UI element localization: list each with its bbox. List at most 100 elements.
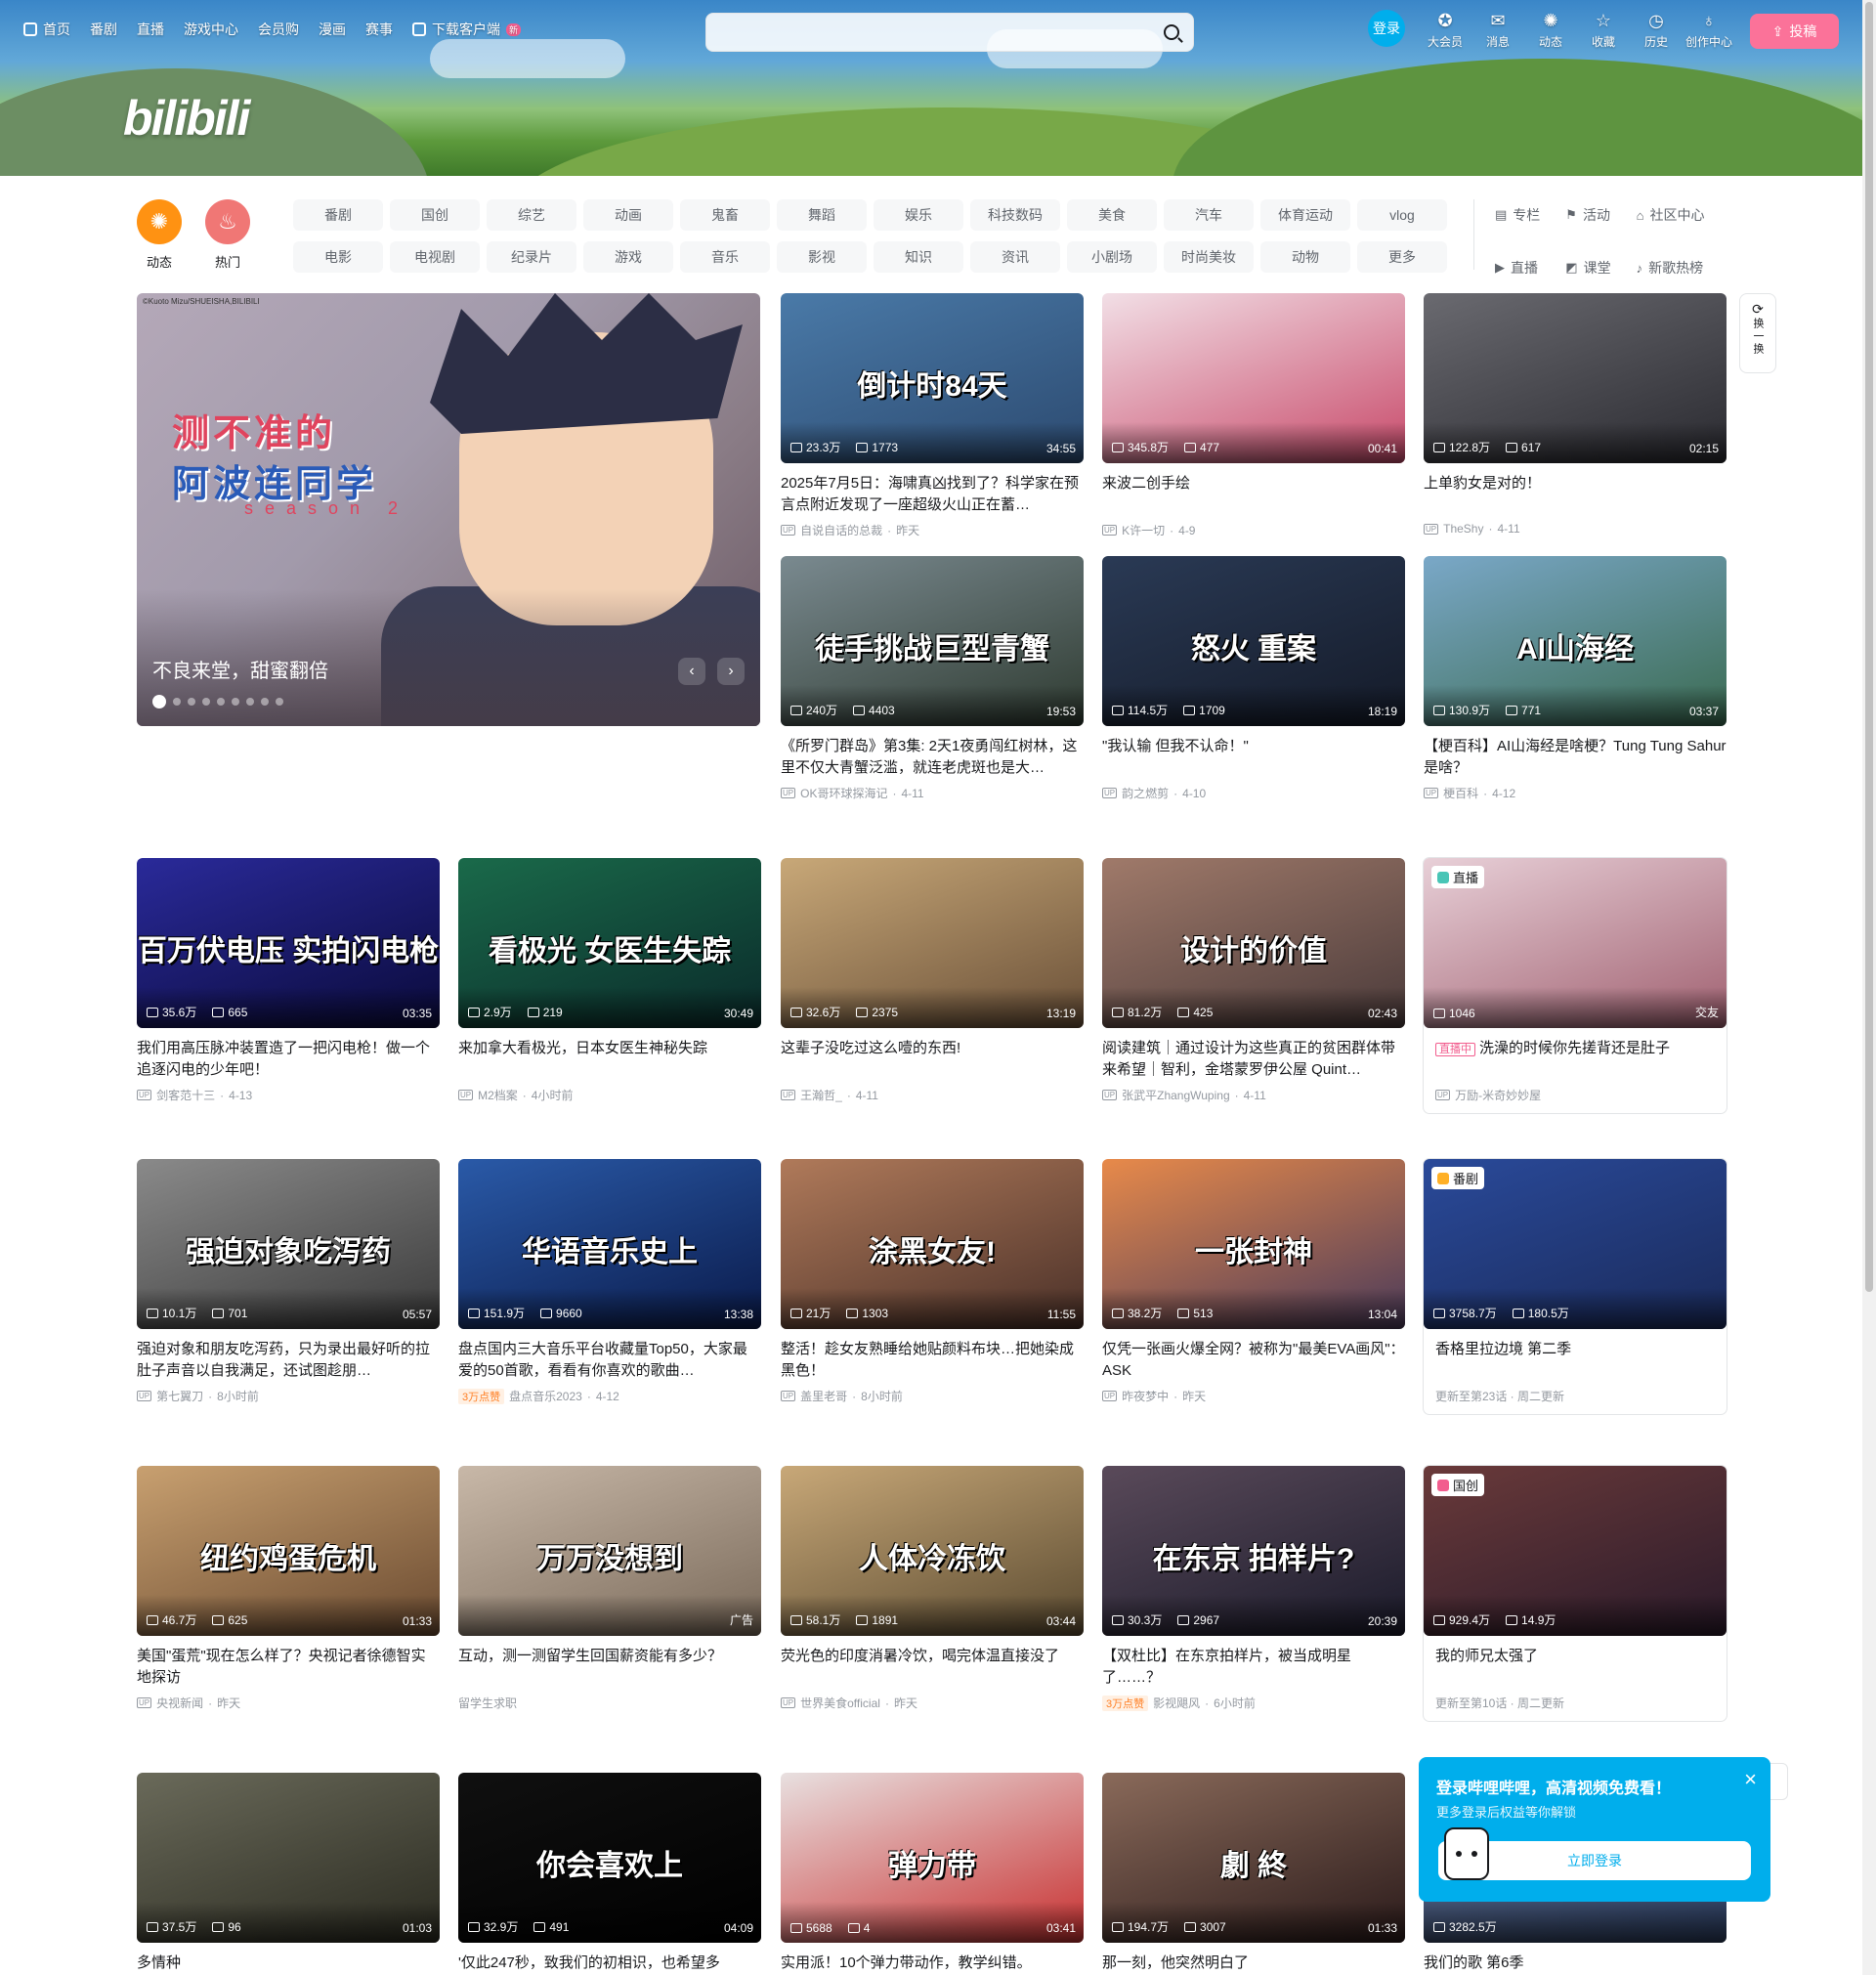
video-thumbnail[interactable]: 番剧 3758.7万 180.5万 <box>1424 1159 1727 1329</box>
video-thumbnail[interactable]: 怒火 重案 114.5万 1709 18:19 <box>1102 556 1405 726</box>
topnav-item[interactable]: 直播 <box>137 20 164 39</box>
video-thumbnail[interactable]: 直播 1046 交友 <box>1424 858 1727 1028</box>
video-card[interactable]: 徒手挑战巨型青蟹 240万 4403 19:53 《所罗门群岛》第3集: 2天1夜勇闯红… <box>781 556 1084 801</box>
video-title-text[interactable]: 洗澡的时候你先搓背还是肚子 <box>1479 1040 1670 1056</box>
uploader-name[interactable]: 张武平ZhangWuping <box>1122 1087 1230 1103</box>
topnav-item[interactable]: 赛事 <box>365 20 393 39</box>
video-title[interactable]: 实用派！10个弹力带动作，教学纠错。 <box>781 1953 1084 1975</box>
carousel-next-button[interactable]: › <box>717 658 745 685</box>
video-title[interactable]: 来波二创手绘 <box>1102 473 1405 516</box>
channel-tag[interactable]: 知识 <box>874 241 963 273</box>
video-card[interactable]: 番剧 3758.7万 180.5万 香格里拉边境 第二季 更新至第23话 · 周二更新 <box>1424 1159 1727 1414</box>
video-card[interactable]: 在东京 拍样片? 30.3万 2967 20:39 【双杜比】在东京拍样片，被当成明星了… <box>1102 1466 1405 1711</box>
channel-tag[interactable]: 体育运动 <box>1260 199 1350 231</box>
uploader-name[interactable]: 世界美食official <box>800 1695 880 1711</box>
video-thumbnail[interactable]: 徒手挑战巨型青蟹 240万 4403 19:53 <box>781 556 1084 726</box>
scrollbar[interactable] <box>1862 0 1876 1975</box>
video-thumbnail[interactable]: 32.6万 2375 13:19 <box>781 858 1084 1028</box>
feature-carousel[interactable]: ©Kuoto Mizu/SHUEISHA,BILIBILI 测不准的 阿波连同学… <box>137 293 760 726</box>
video-thumbnail[interactable]: 人体冷冻饮 58.1万 1891 03:44 <box>781 1466 1084 1636</box>
uploader-name[interactable]: 万励-米奇妙妙屋 <box>1455 1087 1541 1103</box>
channel-1[interactable]: ♨ 热门 <box>205 199 250 271</box>
carousel-dot[interactable] <box>188 698 195 706</box>
close-icon[interactable]: × <box>1744 1767 1757 1792</box>
bilibili-logo[interactable]: bilibili <box>123 90 250 147</box>
video-thumbnail[interactable]: 看极光 女医生失踪 2.9万 219 30:49 <box>458 858 761 1028</box>
video-thumbnail[interactable]: 纽约鸡蛋危机 46.7万 625 01:33 <box>137 1466 440 1636</box>
nav-vip[interactable]: ✪ 大会员 <box>1419 10 1471 50</box>
video-title[interactable]: 来加拿大看极光，日本女医生神秘失踪 <box>458 1038 761 1081</box>
video-thumbnail[interactable]: 37.5万 96 01:03 <box>137 1773 440 1943</box>
uploader-name[interactable]: TheShy <box>1443 522 1483 536</box>
uploader-name[interactable]: 剑客范十三 <box>156 1087 215 1103</box>
video-thumbnail[interactable]: AI山海经 130.9万 771 03:37 <box>1424 556 1727 726</box>
channel-tag[interactable]: 游戏 <box>583 241 673 273</box>
video-card[interactable]: 弹力带 5688 4 03:41 实用派！10个弹力带动作，教学纠错。 <box>781 1773 1084 1975</box>
channel-tag[interactable]: 综艺 <box>487 199 576 231</box>
video-card[interactable]: 华语音乐史上 151.9万 9660 13:38 盘点国内三大音乐平台收藏量Top50，… <box>458 1159 761 1404</box>
video-thumbnail[interactable]: 百万伏电压 实拍闪电枪 35.6万 665 03:35 <box>137 858 440 1028</box>
uploader-name[interactable]: 自说自话的总裁 <box>800 522 882 538</box>
video-card[interactable]: 看极光 女医生失踪 2.9万 219 30:49 来加拿大看极光，日本女医生神秘失踪 UP… <box>458 858 761 1103</box>
channel-tag[interactable]: 纪录片 <box>487 241 576 273</box>
uploader-name[interactable]: 王瀚哲_ <box>800 1087 842 1103</box>
channel-tag[interactable]: 影视 <box>777 241 867 273</box>
channel-link[interactable]: ⚑ 活动 <box>1565 199 1610 231</box>
channel-tag[interactable]: 美食 <box>1067 199 1157 231</box>
video-card[interactable]: 你会喜欢上 32.9万 491 04:09 '仅此247秒，致我们的初相识，也希望多 <box>458 1773 761 1975</box>
video-title[interactable]: 直播中 洗澡的时候你先搓背还是肚子 <box>1424 1038 1727 1081</box>
carousel-dot[interactable] <box>152 695 166 708</box>
video-thumbnail[interactable]: 345.8万 477 00:41 <box>1102 293 1405 463</box>
uploader-name[interactable]: 央视新闻 <box>156 1695 203 1711</box>
channel-0[interactable]: ✺ 动态 <box>137 199 182 271</box>
video-title[interactable]: 【双杜比】在东京拍样片，被当成明星了……？ <box>1102 1646 1405 1689</box>
topnav-item[interactable]: 下载客户端新 <box>412 20 522 39</box>
channel-tag[interactable]: 更多 <box>1357 241 1447 273</box>
topnav-item[interactable]: 番剧 <box>90 20 117 39</box>
video-title[interactable]: 强迫对象和朋友吃泻药，只为录出最好听的拉肚子声音以自我满足，还试图趁朋… <box>137 1339 440 1382</box>
uploader-name[interactable]: 梗百科 <box>1443 785 1478 801</box>
channel-tag[interactable]: vlog <box>1357 199 1447 231</box>
video-card[interactable]: 劇 終 194.7万 3007 01:33 那一刻，他突然明白了 <box>1102 1773 1405 1975</box>
video-title[interactable]: 香格里拉边境 第二季 <box>1424 1339 1727 1382</box>
upload-button[interactable]: ⇪ 投稿 <box>1750 14 1839 49</box>
uploader-name[interactable]: 留学生求职 <box>458 1695 517 1711</box>
channel-link[interactable]: ⌂ 社区中心 <box>1637 199 1705 231</box>
video-title[interactable]: 【梗百科】AI山海经是啥梗？Tung Tung Sahur是啥？ <box>1424 736 1727 779</box>
video-thumbnail[interactable]: 在东京 拍样片? 30.3万 2967 20:39 <box>1102 1466 1405 1636</box>
video-thumbnail[interactable]: 万万没想到 广告 <box>458 1466 761 1636</box>
carousel-dot[interactable] <box>232 698 239 706</box>
channel-tag[interactable]: 小剧场 <box>1067 241 1157 273</box>
video-title[interactable]: 我们用高压脉冲装置造了一把闪电枪！做一个追逐闪电的少年吧！ <box>137 1038 440 1081</box>
video-thumbnail[interactable]: 一张封神 38.2万 513 13:04 <box>1102 1159 1405 1329</box>
video-card[interactable]: 纽约鸡蛋危机 46.7万 625 01:33 美国"蛋荒"现在怎么样了？央视记者徐德智实… <box>137 1466 440 1711</box>
topnav-item[interactable]: 首页 <box>23 20 70 39</box>
video-card[interactable]: AI山海经 130.9万 771 03:37 【梗百科】AI山海经是啥梗？Tung Tu… <box>1424 556 1727 801</box>
channel-link[interactable]: ▶ 直播 <box>1495 252 1540 283</box>
video-thumbnail[interactable]: 倒计时84天 23.3万 1773 34:55 <box>781 293 1084 463</box>
channel-tag[interactable]: 资讯 <box>970 241 1060 273</box>
video-thumbnail[interactable]: 国创 929.4万 14.9万 <box>1424 1466 1727 1636</box>
video-title[interactable]: '仅此247秒，致我们的初相识，也希望多 <box>458 1953 761 1975</box>
refresh-button[interactable]: ⟳ 换一换 <box>1739 293 1776 373</box>
video-card[interactable]: 122.8万 617 02:15 上单豹女是对的！ UP TheShy · 4-11 <box>1424 293 1727 536</box>
video-card[interactable]: 一张封神 38.2万 513 13:04 仅凭一张画火爆全网？被称为"最美EVA画风"：… <box>1102 1159 1405 1404</box>
uploader-name[interactable]: OK哥环球探海记 <box>800 785 887 801</box>
carousel-dot[interactable] <box>202 698 210 706</box>
video-card[interactable]: 怒火 重案 114.5万 1709 18:19 "我认输 但我不认命！" UP 韵之燃剪 · 4… <box>1102 556 1405 801</box>
topnav-item[interactable]: 会员购 <box>258 20 299 39</box>
video-card[interactable]: 人体冷冻饮 58.1万 1891 03:44 荧光色的印度消暑冷饮，喝完体温直接没了 UP… <box>781 1466 1084 1711</box>
video-thumbnail[interactable]: 你会喜欢上 32.9万 491 04:09 <box>458 1773 761 1943</box>
video-title[interactable]: 仅凭一张画火爆全网？被称为"最美EVA画风"： ASK <box>1102 1339 1405 1382</box>
uploader-name[interactable]: 昨夜梦中 <box>1122 1388 1169 1404</box>
video-card[interactable]: 37.5万 96 01:03 多情种 <box>137 1773 440 1975</box>
video-title[interactable]: 那一刻，他突然明白了 <box>1102 1953 1405 1975</box>
video-title[interactable]: 阅读建筑｜通过设计为这些真正的贫困群体带来希望｜智利，金塔蒙罗伊公屋 Quint… <box>1102 1038 1405 1081</box>
video-title[interactable]: 互动，测一测留学生回国薪资能有多少？ <box>458 1646 761 1689</box>
topnav-item[interactable]: 游戏中心 <box>184 20 238 39</box>
video-title[interactable]: 多情种 <box>137 1953 440 1975</box>
uploader-name[interactable]: K许一切 <box>1122 522 1165 538</box>
uploader-name[interactable]: M2档案 <box>478 1087 518 1103</box>
nav-bulb[interactable]: ♁ 创作中心 <box>1683 10 1735 50</box>
video-title[interactable]: 我们的歌 第6季 <box>1424 1953 1727 1975</box>
